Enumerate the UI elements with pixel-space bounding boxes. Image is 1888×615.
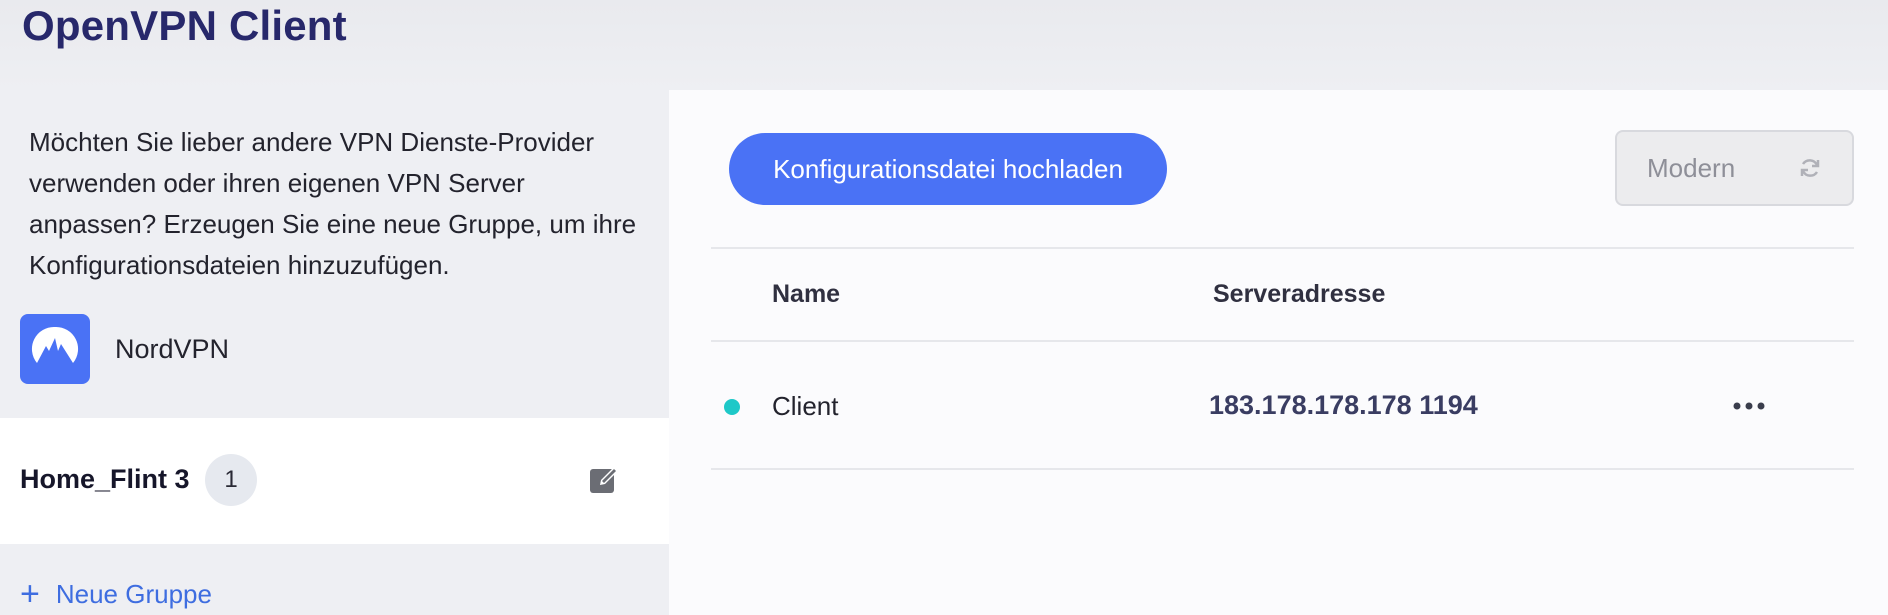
status-dot bbox=[724, 399, 740, 415]
sidebar-description: Möchten Sie lieber andere VPN Dienste-Pr… bbox=[29, 127, 637, 280]
column-header-address: Serveradresse bbox=[1213, 280, 1386, 308]
main-panel: Konfigurationsdatei hochladen Modern Nam… bbox=[669, 90, 1888, 615]
provider-item-nordvpn[interactable]: NordVPN bbox=[20, 314, 420, 384]
group-name: Home_Flint 3 bbox=[20, 464, 190, 494]
group-count-badge: 1 bbox=[205, 454, 257, 506]
edit-icon[interactable] bbox=[588, 463, 622, 497]
new-group-button[interactable]: + Neue Gruppe bbox=[20, 576, 212, 612]
column-header-name: Name bbox=[772, 280, 841, 308]
row-name: Client bbox=[772, 391, 839, 421]
sidebar: Möchten Sie lieber andere VPN Dienste-Pr… bbox=[0, 90, 669, 615]
table-header-divider bbox=[711, 340, 1854, 342]
page-header: OpenVPN Client bbox=[0, 0, 1888, 90]
upload-config-button[interactable]: Konfigurationsdatei hochladen bbox=[729, 133, 1167, 205]
page-title: OpenVPN Client bbox=[22, 2, 347, 49]
refresh-icon bbox=[1800, 159, 1820, 177]
provider-name: NordVPN bbox=[115, 333, 230, 364]
group-item[interactable]: Home_Flint 3 1 bbox=[0, 418, 669, 544]
nordvpn-logo-icon bbox=[20, 314, 90, 384]
table-bottom-divider bbox=[711, 468, 1854, 470]
mode-value: Modern bbox=[1647, 152, 1736, 183]
new-group-label: Neue Gruppe bbox=[55, 578, 212, 609]
row-server-address: 183.178.178.178 1194 bbox=[1209, 390, 1478, 420]
table-top-divider bbox=[711, 247, 1854, 249]
more-options-icon[interactable] bbox=[1729, 394, 1769, 418]
plus-icon: + bbox=[20, 575, 40, 613]
mode-select[interactable]: Modern bbox=[1615, 130, 1854, 206]
